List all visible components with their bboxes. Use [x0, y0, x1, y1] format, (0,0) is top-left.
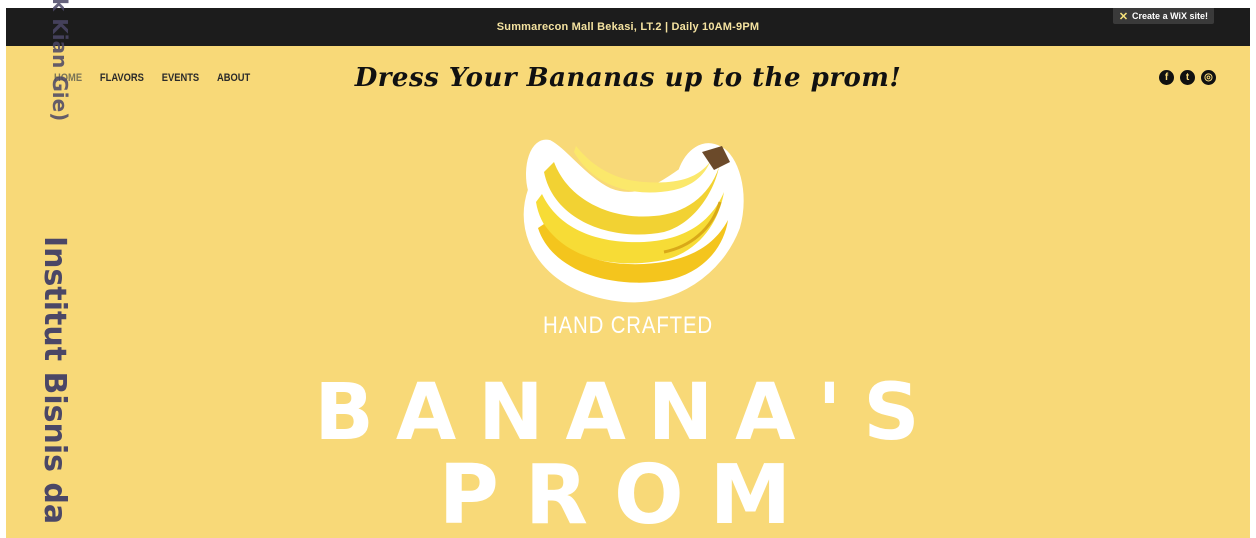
hero-title-line2: PROM	[438, 448, 818, 538]
hero-title-line1: BANANA'S	[314, 368, 942, 458]
watermark-text-top: k Kian Gie)	[48, 0, 72, 122]
store-info-text: Summarecon Mall Bekasi, LT.2 | Daily 10A…	[496, 21, 760, 33]
facebook-icon[interactable]: f	[1159, 70, 1174, 85]
site-page: Summarecon Mall Bekasi, LT.2 | Daily 10A…	[6, 8, 1250, 538]
top-info-bar: Summarecon Mall Bekasi, LT.2 | Daily 10A…	[6, 8, 1250, 46]
banana-image	[514, 132, 746, 304]
watermark-text-main: Institut Bisnis da	[37, 236, 72, 525]
create-wix-site-button[interactable]: ✕ Create a WiX site!	[1112, 8, 1214, 24]
hero-subtitle: HAND CRAFTED	[542, 312, 713, 339]
social-links: f t ◎	[1159, 70, 1216, 85]
wix-icon: ✕	[1118, 10, 1129, 23]
page-tagline: Dress Your Bananas up to the prom!	[354, 63, 902, 93]
wix-badge-label: Create a WiX site!	[1132, 11, 1208, 21]
instagram-icon[interactable]: ◎	[1201, 70, 1216, 85]
twitter-icon[interactable]: t	[1180, 70, 1195, 85]
